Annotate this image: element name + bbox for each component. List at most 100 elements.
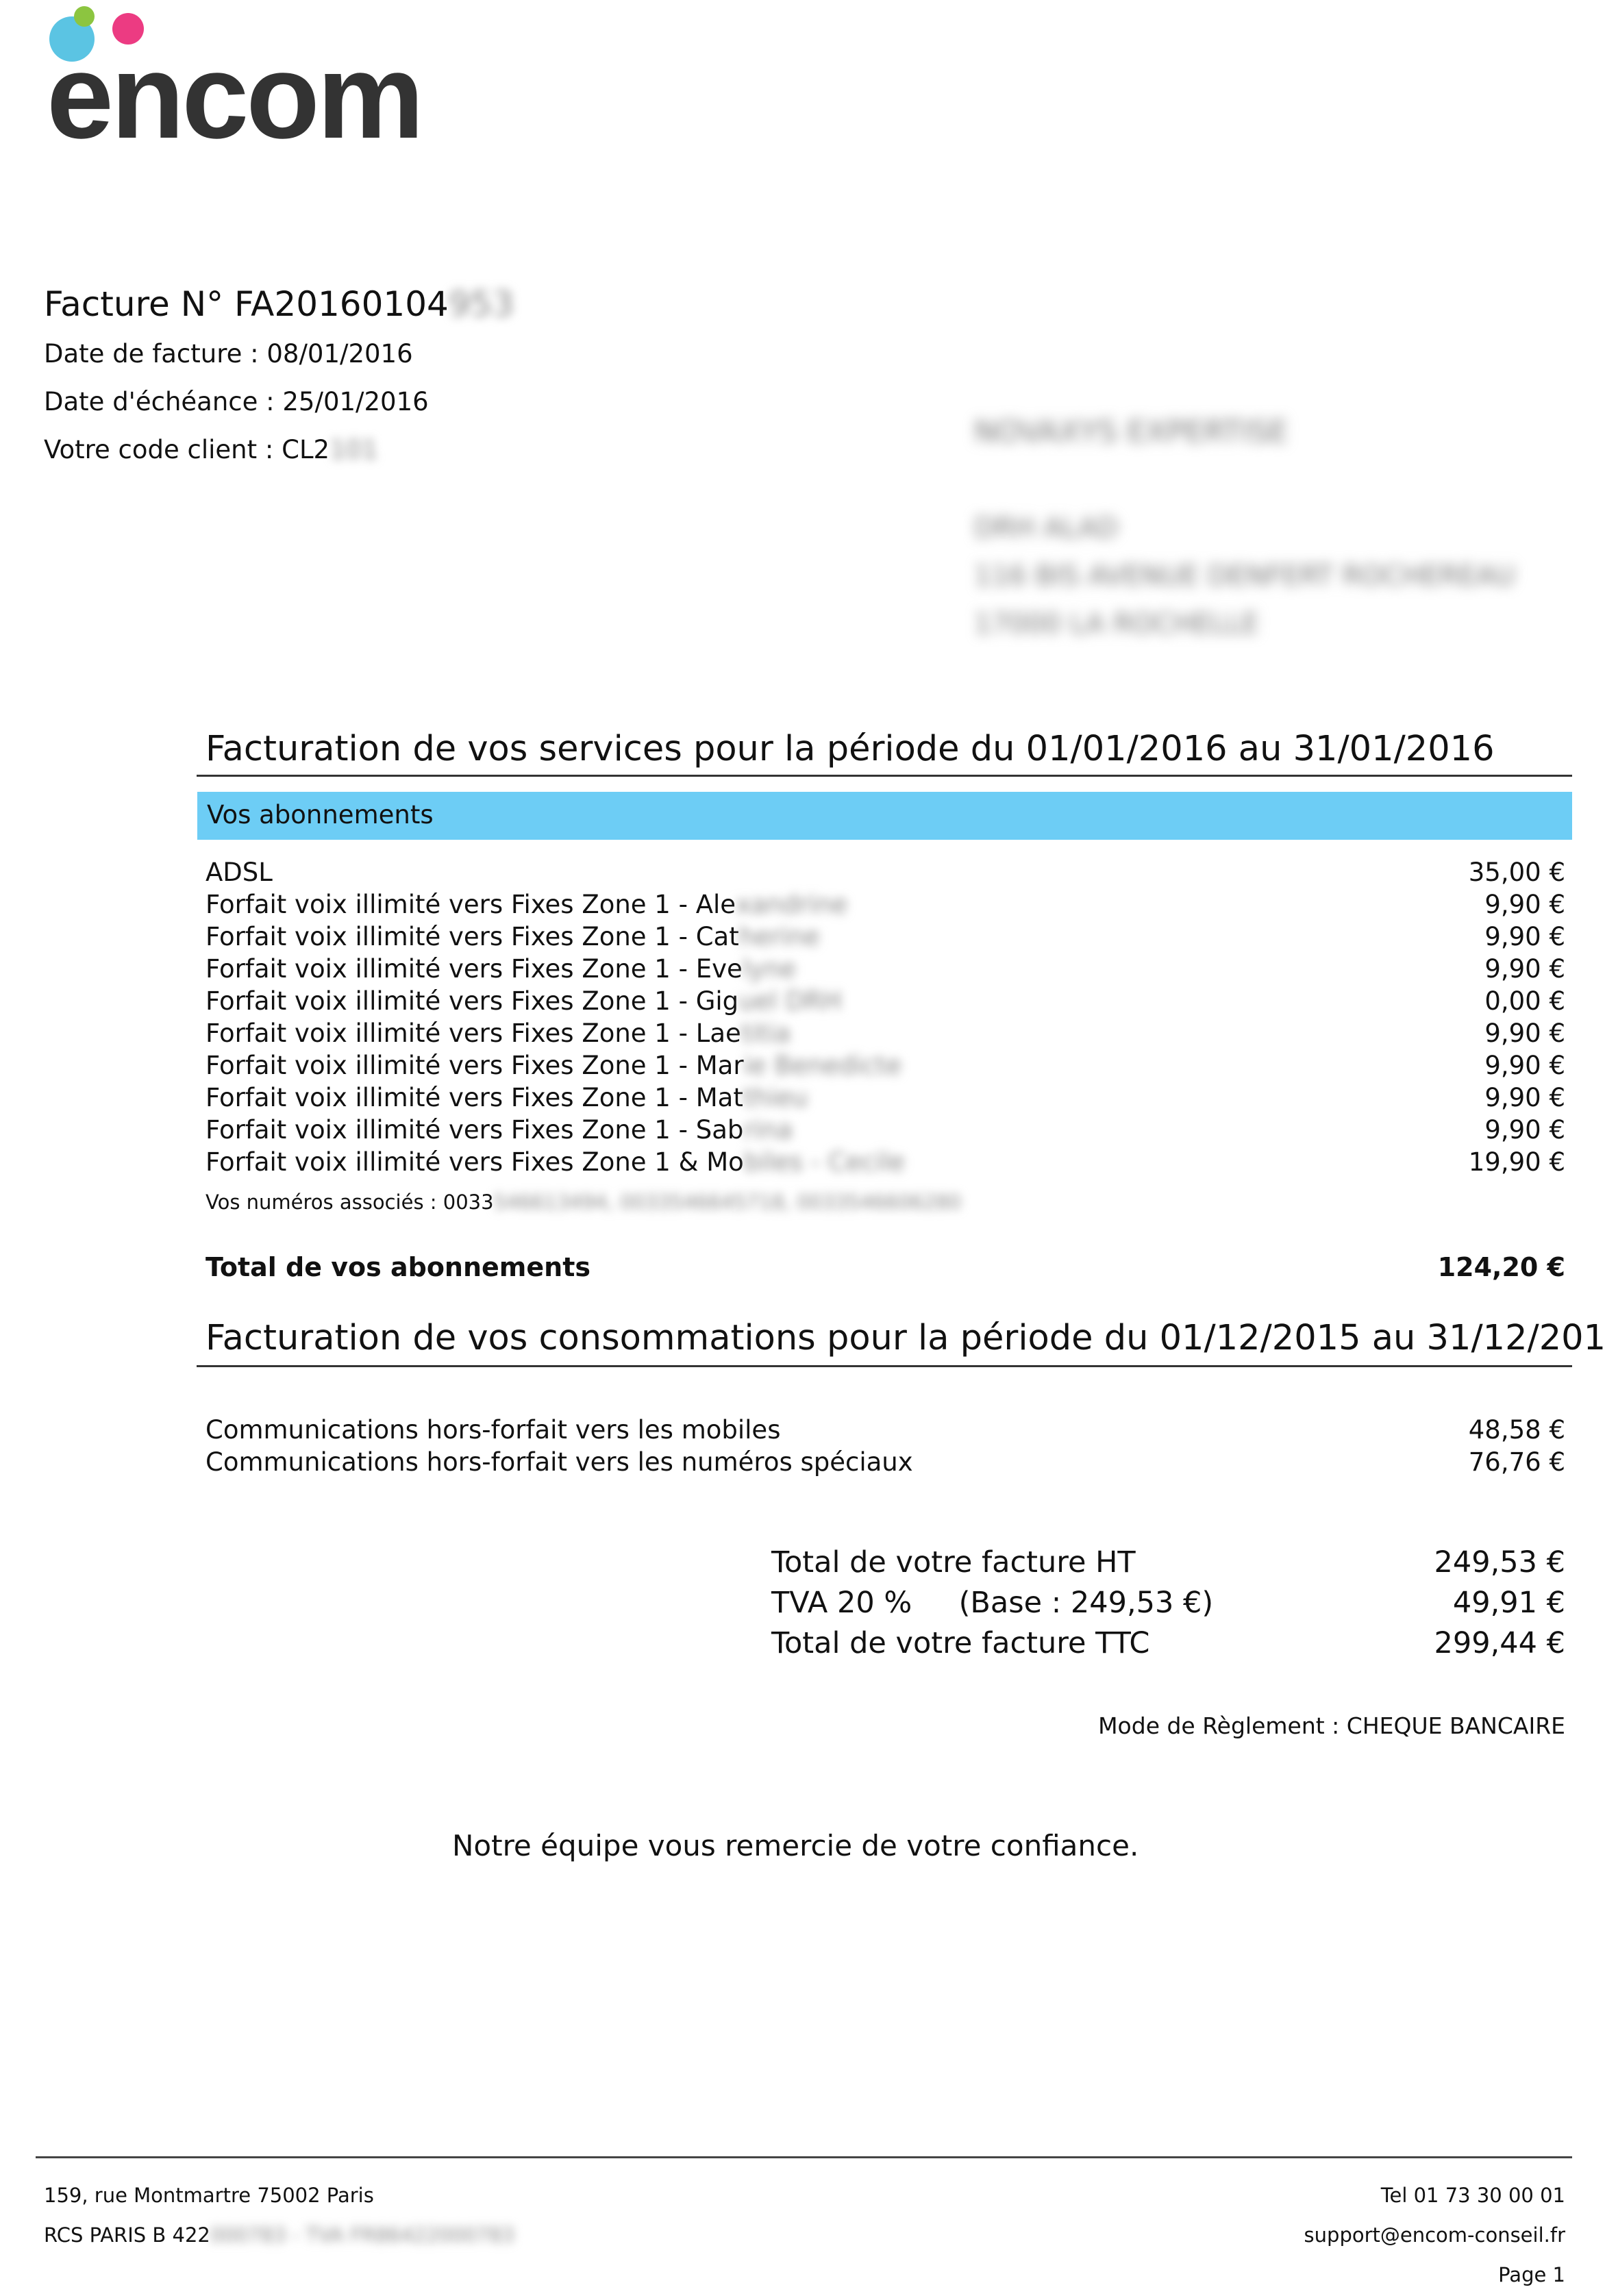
subscription-label-text: Forfait voix illimité vers Fixes Zone 1 … xyxy=(206,1083,743,1112)
subscription-label: Forfait voix illimité vers Fixes Zone 1 … xyxy=(206,986,841,1016)
subscription-amount: 35,00 € xyxy=(1468,858,1565,887)
subscription-row: ADSL 35,00 € xyxy=(206,858,1565,890)
vat-amount: 49,91 € xyxy=(1452,1586,1565,1620)
company-email[interactable]: support@encom-conseil.fr xyxy=(1304,2223,1565,2247)
subscription-label-redacted: herine xyxy=(738,922,820,951)
subscription-label: Forfait voix illimité vers Fixes Zone 1 … xyxy=(206,954,796,984)
subscription-row: Forfait voix illimité vers Fixes Zone 1 … xyxy=(206,1147,1565,1180)
services-divider xyxy=(197,775,1572,777)
subscription-label-redacted: rina xyxy=(743,1115,793,1145)
subscription-label-redacted: uel DRH xyxy=(738,986,842,1016)
consumption-amount: 48,58 € xyxy=(1468,1415,1565,1445)
recipient-name: NOVAXYS EXPERTISE xyxy=(974,414,1289,449)
payment-method: Mode de Règlement : CHEQUE BANCAIRE xyxy=(1098,1712,1565,1739)
company-address: 159, rue Montmartre 75002 Paris xyxy=(44,2184,374,2207)
subscription-amount: 9,90 € xyxy=(1484,1083,1565,1112)
vat-line: TVA 20 % (Base : 249,53 €) 49,91 € xyxy=(771,1586,1565,1625)
subscriptions-band: Vos abonnements xyxy=(197,792,1572,840)
subscriptions-total-label: Total de vos abonnements xyxy=(206,1252,591,1282)
subscription-label-text: Forfait voix illimité vers Fixes Zone 1 … xyxy=(206,1051,744,1080)
subscription-row: Forfait voix illimité vers Fixes Zone 1 … xyxy=(206,890,1565,922)
invoice-number-redacted: 953 xyxy=(448,284,514,324)
subscription-label-text: Forfait voix illimité vers Fixes Zone 1 … xyxy=(206,1019,741,1048)
recipient-city: 17000 LA ROCHELLE xyxy=(974,608,1259,640)
consumption-row: Communications hors-forfait vers les num… xyxy=(206,1447,1565,1480)
consumption-amount: 76,76 € xyxy=(1468,1447,1565,1477)
company-registration-redacted: 000783 - TVA FR86422000783 xyxy=(210,2223,515,2247)
subscription-amount: 9,90 € xyxy=(1484,1051,1565,1080)
vat-label: TVA 20 % (Base : 249,53 €) xyxy=(771,1586,1214,1620)
subscription-row: Forfait voix illimité vers Fixes Zone 1 … xyxy=(206,1051,1565,1083)
subscription-row: Forfait voix illimité vers Fixes Zone 1 … xyxy=(206,1019,1565,1051)
subscription-label: Forfait voix illimité vers Fixes Zone 1 … xyxy=(206,1115,793,1145)
client-code-redacted: 101 xyxy=(329,435,378,464)
subscription-label-redacted: biles - Cecile xyxy=(743,1147,906,1177)
subscription-label-text: Forfait voix illimité vers Fixes Zone 1 … xyxy=(206,986,739,1016)
subscription-amount: 0,00 € xyxy=(1484,986,1565,1016)
subscription-label-text: Forfait voix illimité vers Fixes Zone 1 … xyxy=(206,922,739,951)
recipient-attention: DRH ALAD xyxy=(974,512,1119,544)
subscription-row: Forfait voix illimité vers Fixes Zone 1 … xyxy=(206,954,1565,986)
subscription-amount: 19,90 € xyxy=(1468,1147,1565,1177)
subscription-label-text: ADSL xyxy=(206,858,273,887)
consumption-row: Communications hors-forfait vers les mob… xyxy=(206,1415,1565,1447)
subscription-label-redacted: lyne xyxy=(742,954,797,984)
subscription-label: Forfait voix illimité vers Fixes Zone 1 … xyxy=(206,1083,808,1112)
company-registration-text: RCS PARIS B 422 xyxy=(44,2223,210,2247)
due-date: Date d'échéance : 25/01/2016 xyxy=(44,387,429,416)
subscription-label: Forfait voix illimité vers Fixes Zone 1 … xyxy=(206,1019,791,1048)
thank-you-note: Notre équipe vous remercie de votre conf… xyxy=(452,1829,1139,1862)
subscription-label-redacted: thieu xyxy=(743,1083,808,1112)
client-code: Votre code client : CL2101 xyxy=(44,435,378,464)
subscriptions-total-amount: 124,20 € xyxy=(1437,1252,1565,1282)
subscription-amount: 9,90 € xyxy=(1484,1019,1565,1048)
subscriptions-total: Total de vos abonnements 124,20 € xyxy=(206,1252,1565,1282)
total-ttc-label: Total de votre facture TTC xyxy=(771,1626,1150,1660)
subscription-label: Forfait voix illimité vers Fixes Zone 1 … xyxy=(206,1051,901,1080)
subscription-label-text: Forfait voix illimité vers Fixes Zone 1 … xyxy=(206,954,743,984)
footer-divider xyxy=(36,2156,1572,2158)
subscription-amount: 9,90 € xyxy=(1484,922,1565,951)
subscription-row: Forfait voix illimité vers Fixes Zone 1 … xyxy=(206,1115,1565,1147)
total-ht-amount: 249,53 € xyxy=(1434,1545,1565,1580)
consumption-label: Communications hors-forfait vers les num… xyxy=(206,1447,913,1477)
subscription-label-redacted: titia xyxy=(741,1019,791,1048)
subscription-label: ADSL xyxy=(206,858,273,887)
subscriptions-band-label: Vos abonnements xyxy=(207,800,434,829)
total-ttc-amount: 299,44 € xyxy=(1434,1626,1565,1660)
subscription-row: Forfait voix illimité vers Fixes Zone 1 … xyxy=(206,1083,1565,1115)
total-ht: Total de votre facture HT 249,53 € xyxy=(771,1545,1565,1585)
subscription-label: Forfait voix illimité vers Fixes Zone 1 … xyxy=(206,1147,905,1177)
associated-numbers-text: Vos numéros associés : 0033 xyxy=(206,1190,494,1214)
subscription-label-text: Forfait voix illimité vers Fixes Zone 1 … xyxy=(206,890,736,919)
subscription-amount: 9,90 € xyxy=(1484,890,1565,919)
company-registration: RCS PARIS B 422000783 - TVA FR8642200078… xyxy=(44,2223,514,2247)
total-ttc: Total de votre facture TTC 299,44 € xyxy=(771,1626,1565,1666)
page-number: Page 1 xyxy=(1498,2263,1565,2286)
subscription-label: Forfait voix illimité vers Fixes Zone 1 … xyxy=(206,890,847,919)
subscription-row: Forfait voix illimité vers Fixes Zone 1 … xyxy=(206,986,1565,1019)
subscription-amount: 9,90 € xyxy=(1484,1115,1565,1145)
services-heading: Facturation de vos services pour la péri… xyxy=(206,729,1495,769)
logo-green-dot xyxy=(74,6,95,27)
invoice-number: Facture N° FA20160104953 xyxy=(44,284,514,324)
invoice-number-text: Facture N° FA20160104 xyxy=(44,284,449,324)
company-phone: Tel 01 73 30 00 01 xyxy=(1380,2184,1565,2207)
subscription-row: Forfait voix illimité vers Fixes Zone 1 … xyxy=(206,922,1565,954)
invoice-date: Date de facture : 08/01/2016 xyxy=(44,339,413,369)
logo-wordmark: encom xyxy=(47,29,421,161)
subscription-label: Forfait voix illimité vers Fixes Zone 1 … xyxy=(206,922,820,951)
subscription-amount: 9,90 € xyxy=(1484,954,1565,984)
total-ht-label: Total de votre facture HT xyxy=(771,1545,1136,1580)
consumption-label: Communications hors-forfait vers les mob… xyxy=(206,1415,781,1445)
client-code-text: Votre code client : CL2 xyxy=(44,435,330,464)
associated-numbers: Vos numéros associés : 0033546613494, 00… xyxy=(206,1190,961,1214)
encom-logo: encom xyxy=(47,6,424,161)
associated-numbers-redacted: 546613494, 0033546645718, 0033546606280 xyxy=(493,1190,962,1214)
subscription-label-text: Forfait voix illimité vers Fixes Zone 1 … xyxy=(206,1147,744,1177)
consumption-divider xyxy=(197,1365,1572,1367)
consumption-heading: Facturation de vos consommations pour la… xyxy=(206,1318,1605,1358)
subscription-label-text: Forfait voix illimité vers Fixes Zone 1 … xyxy=(206,1115,744,1145)
subscription-label-redacted: ie Benedicte xyxy=(743,1051,902,1080)
subscription-label-redacted: xandrine xyxy=(736,890,848,919)
